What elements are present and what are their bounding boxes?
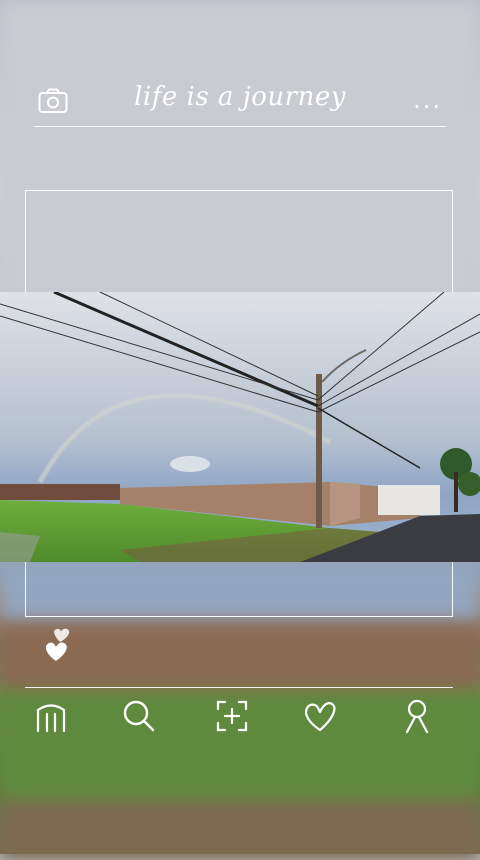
post-photo[interactable] xyxy=(0,292,480,562)
search-icon[interactable] xyxy=(121,698,157,734)
page-title: life is a journey xyxy=(134,82,346,112)
home-icon[interactable] xyxy=(33,698,69,734)
top-bar: life is a journey ... xyxy=(34,78,446,127)
bottom-nav xyxy=(0,698,480,738)
double-heart-icon[interactable] xyxy=(42,626,74,664)
profile-icon[interactable] xyxy=(399,698,435,734)
nav-divider xyxy=(25,687,453,688)
more-options-icon[interactable]: ... xyxy=(413,88,442,112)
add-post-icon[interactable] xyxy=(214,698,250,734)
heart-icon[interactable] xyxy=(302,698,338,734)
